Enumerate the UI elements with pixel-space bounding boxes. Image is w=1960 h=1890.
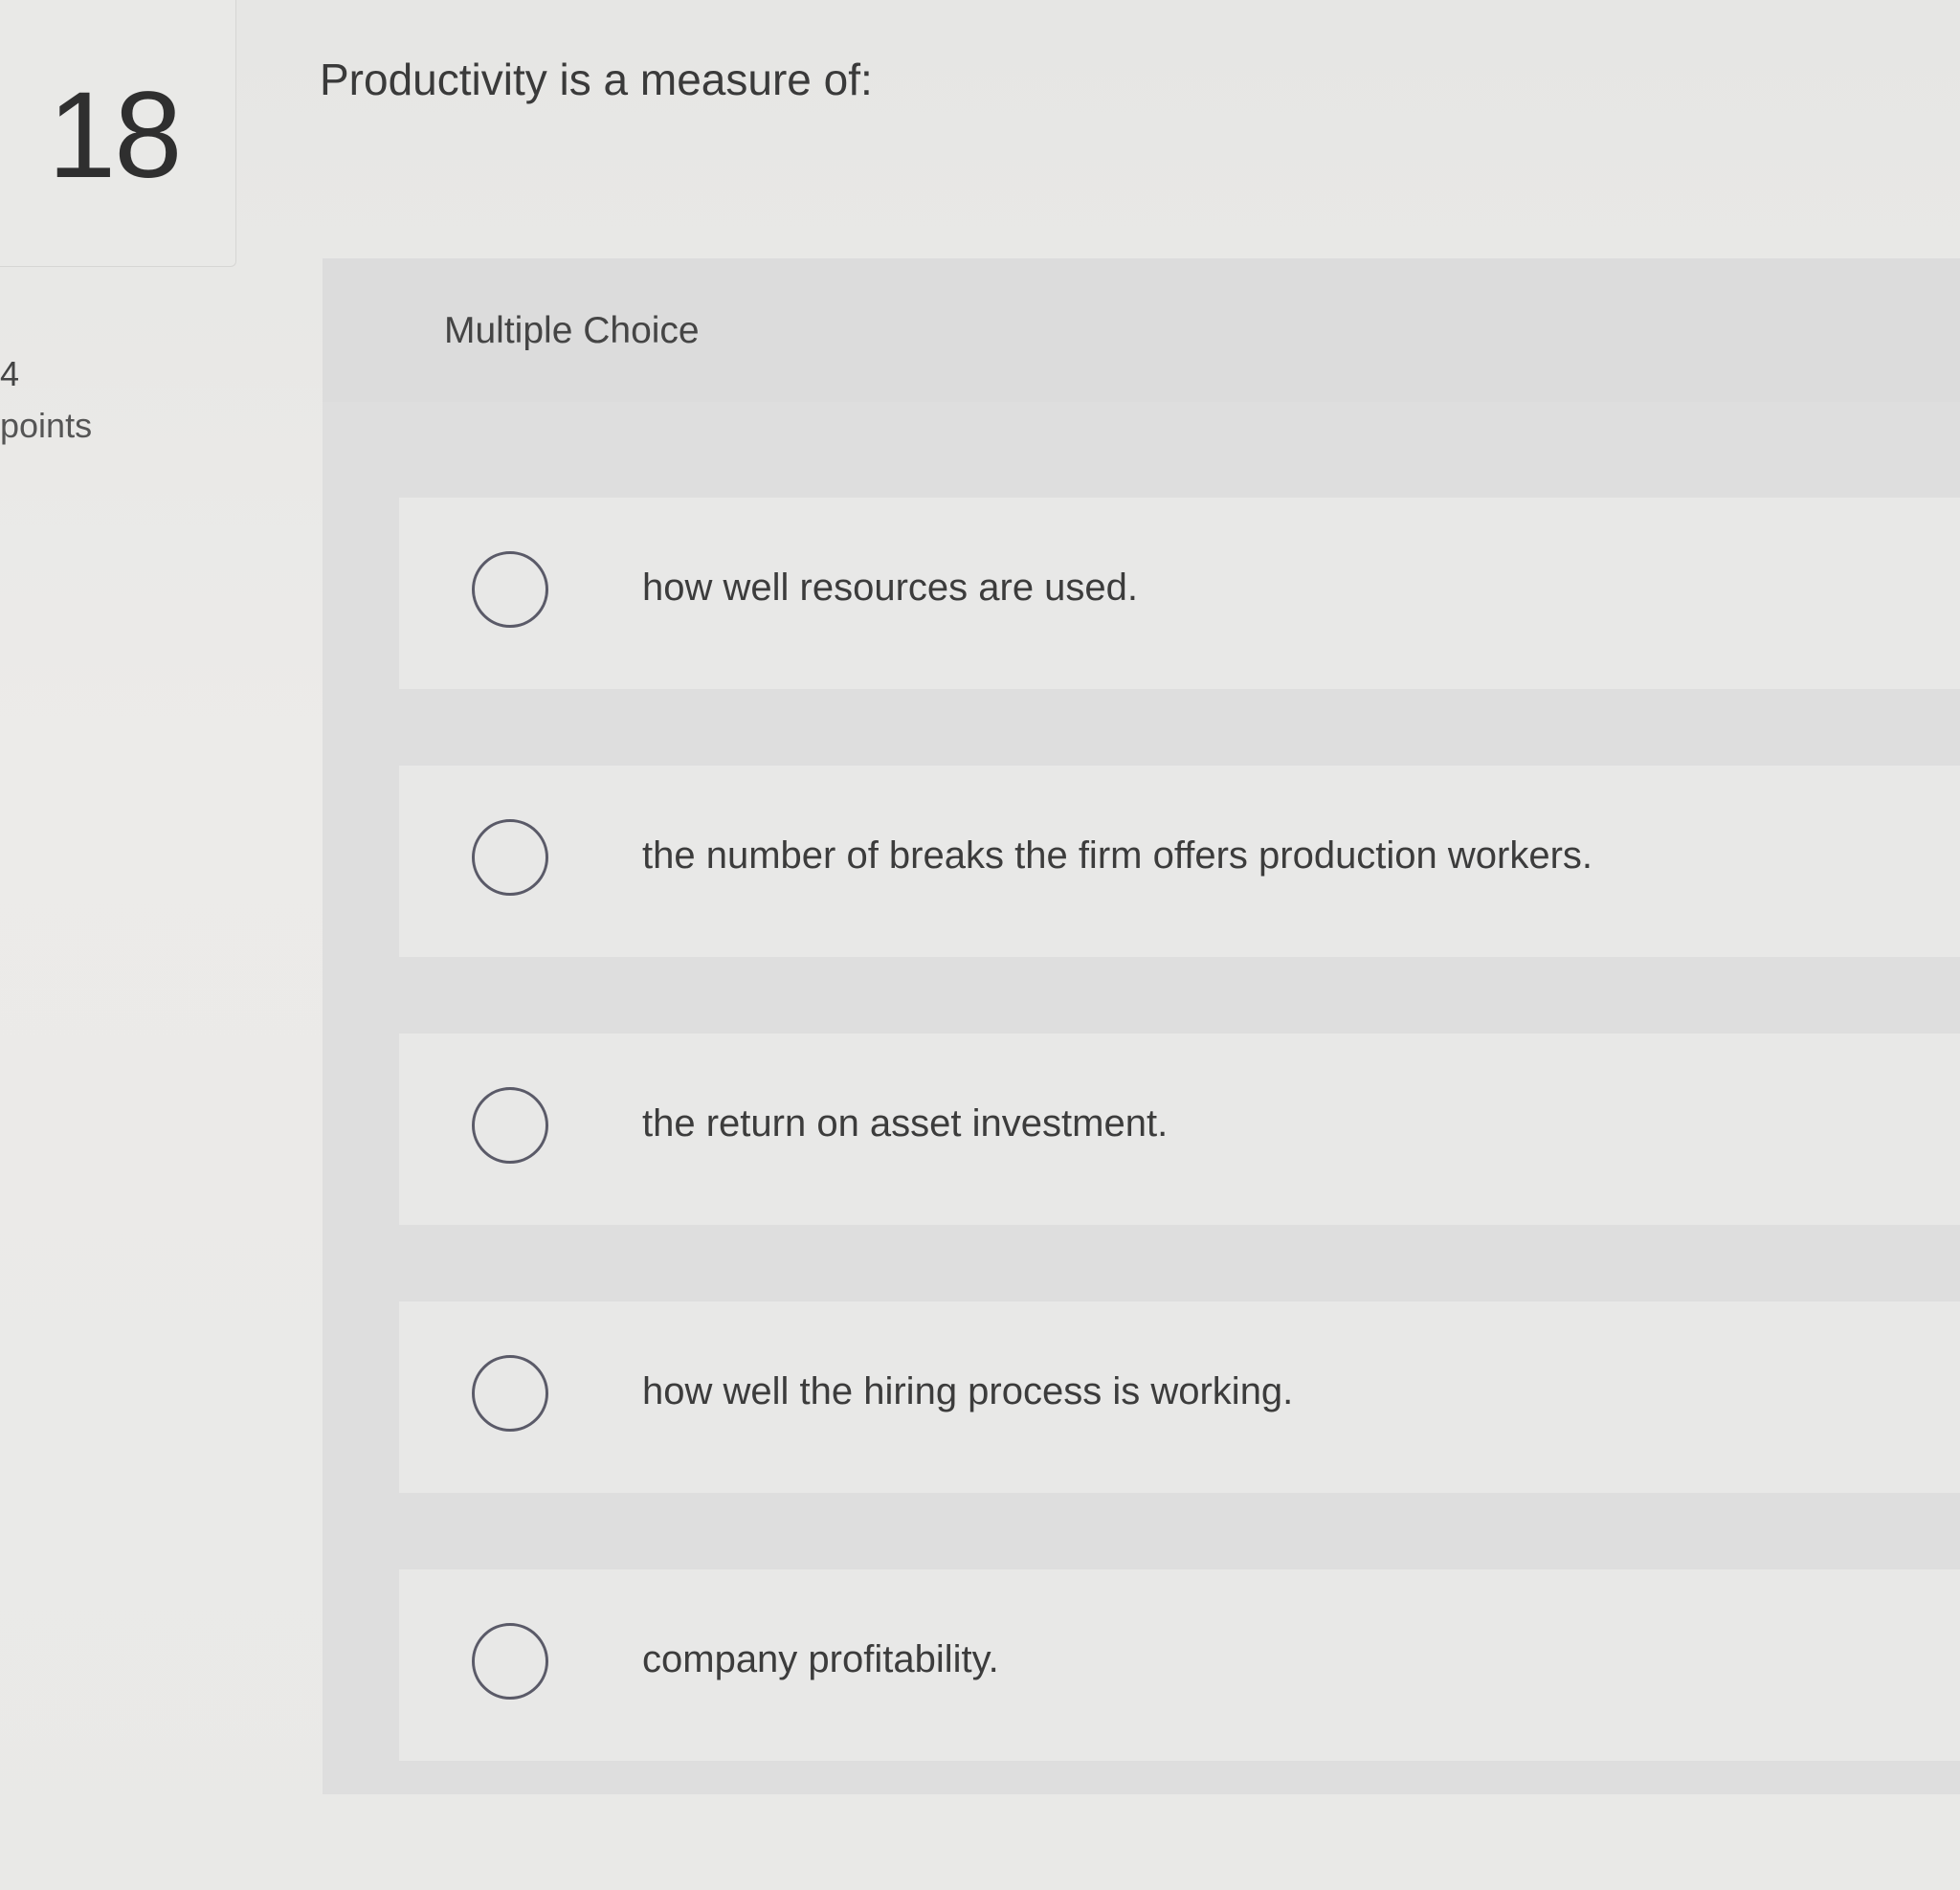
answer-option[interactable]: how well resources are used. [399,498,1960,689]
question-number-box: 18 [0,0,236,267]
answer-option[interactable]: how well the hiring process is working. [399,1301,1960,1493]
quiz-page: 18 4 points Productivity is a measure of… [0,0,1960,1890]
answer-option[interactable]: the return on asset investment. [399,1034,1960,1225]
radio-button[interactable] [472,819,548,896]
answer-option[interactable]: the number of breaks the firm offers pro… [399,766,1960,957]
radio-button[interactable] [472,1087,548,1164]
answer-option-label: the number of breaks the firm offers pro… [642,834,1593,877]
answer-option-label: the return on asset investment. [642,1102,1169,1145]
answer-option[interactable]: company profitability. [399,1569,1960,1761]
points-label: points [0,406,93,445]
question-type-label: Multiple Choice [444,310,700,351]
panel-header: Multiple Choice [323,258,1960,402]
answer-option-label: how well resources are used. [642,567,1139,609]
answer-option-label: company profitability. [642,1638,999,1680]
radio-button[interactable] [472,1355,548,1432]
question-number: 18 [48,67,182,204]
answer-panel: Multiple Choice how well resources are u… [323,258,1960,1794]
points-value: 4 [0,354,20,393]
answer-options: how well resources are used. the number … [399,498,1960,1837]
radio-button[interactable] [472,1623,548,1700]
radio-button[interactable] [472,551,548,628]
answer-option-label: how well the hiring process is working. [642,1370,1294,1412]
question-text: Productivity is a measure of: [320,55,873,104]
